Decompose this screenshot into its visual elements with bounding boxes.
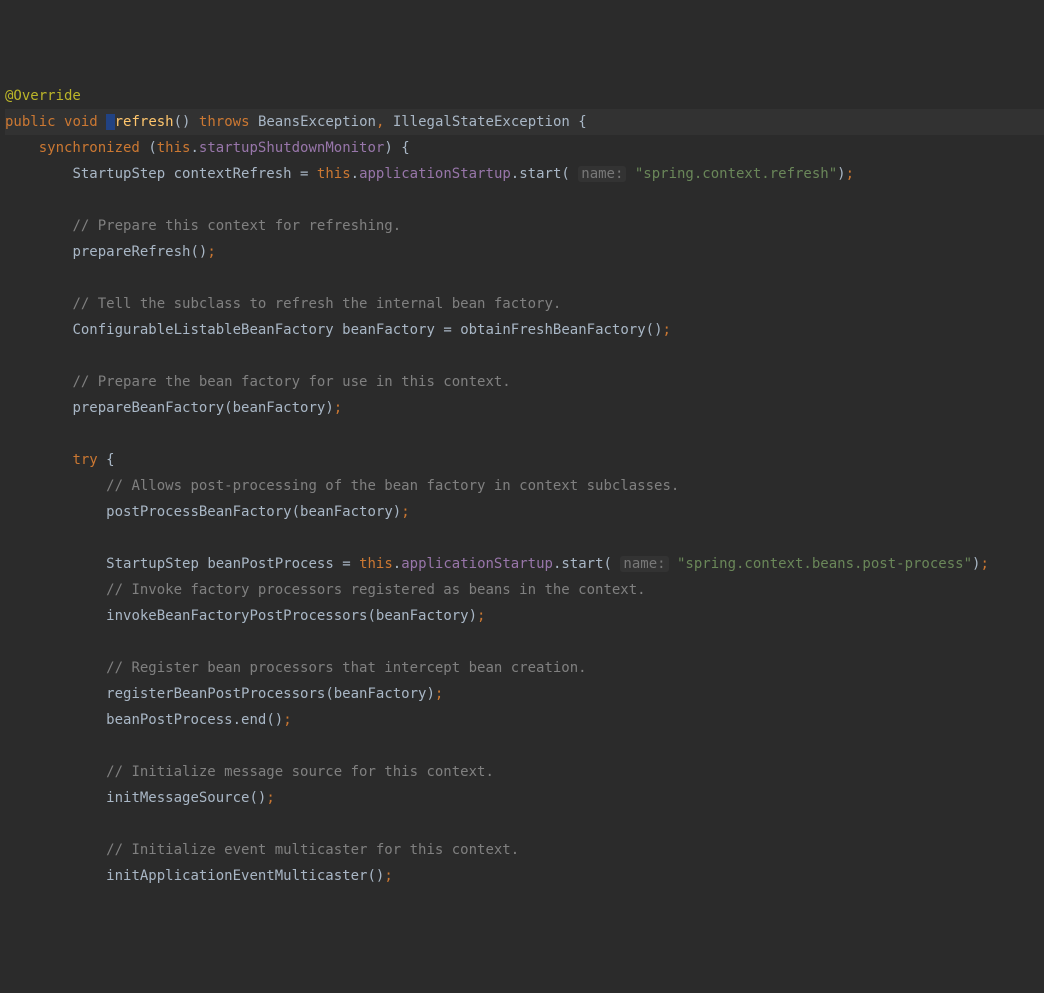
semi: ; xyxy=(266,790,274,806)
p: ( xyxy=(561,166,569,182)
semi: ; xyxy=(401,504,409,520)
semi: ; xyxy=(846,166,854,182)
comment: // Initialize message source for this co… xyxy=(106,764,494,780)
this: this xyxy=(157,140,191,156)
dot: . xyxy=(233,712,241,728)
dot: . xyxy=(351,166,359,182)
p: ( xyxy=(367,608,375,624)
m: start xyxy=(519,166,561,182)
p: ) xyxy=(384,140,392,156)
kw-void: void xyxy=(64,114,98,130)
eq: = xyxy=(342,556,350,572)
var: contextRefresh xyxy=(174,166,292,182)
arg: beanFactory xyxy=(376,608,469,624)
type: StartupStep xyxy=(72,166,165,182)
type: ConfigurableListableBeanFactory xyxy=(72,322,333,338)
brace: { xyxy=(106,452,114,468)
semi: ; xyxy=(435,686,443,702)
dot: . xyxy=(393,556,401,572)
semi: ; xyxy=(334,400,342,416)
p: ) xyxy=(837,166,845,182)
str: "spring.context.refresh" xyxy=(635,166,837,182)
exc1: BeansException xyxy=(258,114,376,130)
semi: ; xyxy=(207,244,215,260)
brace: { xyxy=(578,114,586,130)
fld: applicationStartup xyxy=(401,556,553,572)
comment: // Prepare this context for refreshing. xyxy=(72,218,401,234)
fld: startupShutdownMonitor xyxy=(199,140,384,156)
m: obtainFreshBeanFactory xyxy=(460,322,645,338)
kw-throws: throws xyxy=(199,114,250,130)
cursor xyxy=(106,114,114,130)
m: start xyxy=(561,556,603,572)
kw-try: try xyxy=(72,452,97,468)
var: beanPostProcess xyxy=(207,556,333,572)
type: StartupStep xyxy=(106,556,199,572)
parens: () xyxy=(174,114,191,130)
m: prepareBeanFactory xyxy=(72,400,224,416)
p: ( xyxy=(604,556,612,572)
p: () xyxy=(646,322,663,338)
param-hint: name: xyxy=(620,556,668,572)
m: initApplicationEventMulticaster xyxy=(106,868,367,884)
m: postProcessBeanFactory xyxy=(106,504,291,520)
this: this xyxy=(317,166,351,182)
arg: beanFactory xyxy=(334,686,427,702)
comment: // Initialize event multicaster for this… xyxy=(106,842,519,858)
semi: ; xyxy=(980,556,988,572)
var: beanFactory xyxy=(342,322,435,338)
kw-public: public xyxy=(5,114,56,130)
brace: { xyxy=(401,140,409,156)
dot: . xyxy=(511,166,519,182)
m: initMessageSource xyxy=(106,790,249,806)
code-editor[interactable]: @Override public void refresh() throws B… xyxy=(5,83,1044,889)
p: ) xyxy=(426,686,434,702)
p: ( xyxy=(325,686,333,702)
comment: // Tell the subclass to refresh the inte… xyxy=(72,296,561,312)
semi: ; xyxy=(477,608,485,624)
p: () xyxy=(367,868,384,884)
fld: applicationStartup xyxy=(359,166,511,182)
p: ) xyxy=(325,400,333,416)
comment: // Prepare the bean factory for use in t… xyxy=(72,374,510,390)
p: () xyxy=(190,244,207,260)
p: ( xyxy=(148,140,156,156)
arg: beanFactory xyxy=(300,504,393,520)
m: invokeBeanFactoryPostProcessors xyxy=(106,608,367,624)
method-name: refresh xyxy=(115,114,174,130)
this: this xyxy=(359,556,393,572)
eq: = xyxy=(300,166,308,182)
kw-sync: synchronized xyxy=(39,140,140,156)
comment: // Register bean processors that interce… xyxy=(106,660,586,676)
exc2: IllegalStateException xyxy=(393,114,570,130)
semi: ; xyxy=(663,322,671,338)
p: ) xyxy=(469,608,477,624)
eq: = xyxy=(443,322,451,338)
param-hint: name: xyxy=(578,166,626,182)
m: end xyxy=(241,712,266,728)
comma: , xyxy=(376,114,384,130)
var: beanPostProcess xyxy=(106,712,232,728)
p: ) xyxy=(393,504,401,520)
m: prepareRefresh xyxy=(72,244,190,260)
m: registerBeanPostProcessors xyxy=(106,686,325,702)
arg: beanFactory xyxy=(233,400,326,416)
p: () xyxy=(249,790,266,806)
comment: // Allows post-processing of the bean fa… xyxy=(106,478,679,494)
p: () xyxy=(266,712,283,728)
semi: ; xyxy=(384,868,392,884)
comment: // Invoke factory processors registered … xyxy=(106,582,645,598)
p: ( xyxy=(224,400,232,416)
current-line: public void refresh() throws BeansExcept… xyxy=(5,109,1044,135)
str: "spring.context.beans.post-process" xyxy=(677,556,972,572)
p: ( xyxy=(292,504,300,520)
annotation: @Override xyxy=(5,88,81,104)
dot: . xyxy=(190,140,198,156)
semi: ; xyxy=(283,712,291,728)
